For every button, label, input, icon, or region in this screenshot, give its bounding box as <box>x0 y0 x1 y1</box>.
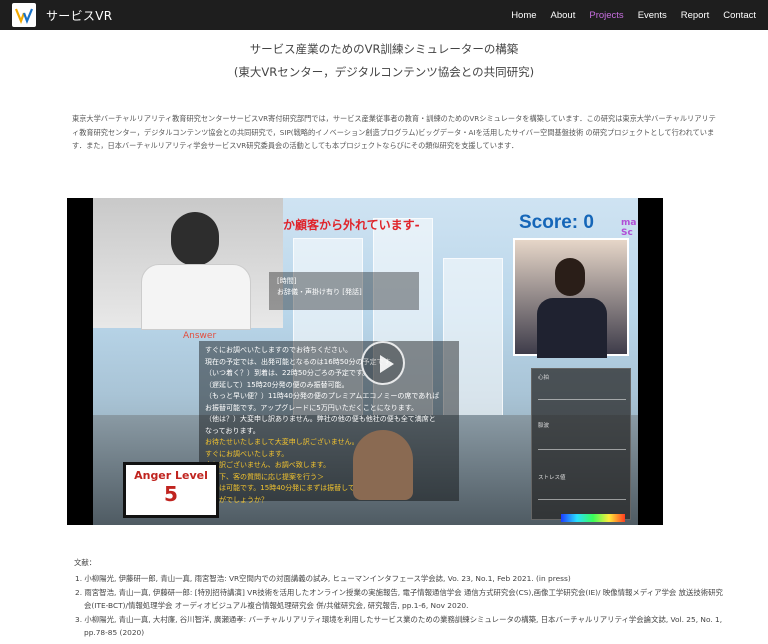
avatar-body <box>537 298 607 358</box>
side-text: ma Sc <box>621 218 636 238</box>
anger-level-label: Anger Level <box>134 469 208 482</box>
references-section: 文献： 1. 小柳陽光, 伊藤研一郎, 青山一真, 雨宮智浩: VR空間内での対… <box>74 557 724 641</box>
answer-line-highlight: すぐにお調べいたします。 <box>205 449 289 458</box>
side-text-line: ma <box>621 218 637 228</box>
side-text-line: Sc <box>621 228 633 238</box>
graph-label: ストレス値 <box>538 475 566 481</box>
nav-contact[interactable]: Contact <box>723 10 756 21</box>
graph-label: 脈波 <box>538 423 550 429</box>
trainee-body <box>141 264 251 330</box>
play-icon <box>380 355 394 373</box>
nav-about[interactable]: About <box>551 10 576 21</box>
answer-line: なっております。 <box>205 426 260 435</box>
anger-level-box: Anger Level 5 <box>123 462 219 518</box>
nav-report[interactable]: Report <box>681 10 710 21</box>
nav-events[interactable]: Events <box>638 10 667 21</box>
answer-line-highlight: お待たせいたしまして大変申し訳ございません。 <box>205 438 359 446</box>
graph-line <box>538 499 626 500</box>
intro-paragraph: 東京大学バーチャルリアリティ教育研究センターサービスVR寄付研究部門では，サービ… <box>72 114 716 150</box>
heatmap-bar <box>561 514 625 522</box>
references-title: 文献： <box>74 558 97 567</box>
reference-item: 1. 小柳陽光, 伊藤研一郎, 青山一真, 雨宮智浩: VR空間内での対面講義の… <box>75 573 571 583</box>
brand-title[interactable]: サービスVR <box>46 7 112 24</box>
anger-level-value: 5 <box>164 482 178 506</box>
demo-video[interactable]: か顧客から外れています- Score: 0 ma Sc [時間] お辞儀・声掛け… <box>67 198 663 525</box>
main-nav: Home About Projects Events Report Contac… <box>511 0 756 30</box>
answer-line: すぐにお調べいたしますのでお待ちください。 <box>205 346 352 354</box>
nav-home[interactable]: Home <box>511 10 536 21</box>
answer-box: すぐにお調べいたしますのでお待ちください。 現在の予定では、出発可能となるのは1… <box>199 341 459 504</box>
answer-line: （いつ着く？）到着は、22時50分ごろの予定です。 <box>205 369 370 377</box>
answer-line: 現在の予定では、出発可能となるのは16時50分の予定です。 <box>205 357 397 366</box>
reference-item: 2. 雨宮智浩, 青山一真, 伊藤研一郎: [特別招待講演] VR技術を活用した… <box>75 588 723 610</box>
brand-logo[interactable] <box>12 3 36 27</box>
graph-label: 心拍 <box>538 375 550 381</box>
play-button[interactable] <box>361 341 405 385</box>
trainee-head <box>171 212 219 266</box>
page-subtitle: (東大VRセンター，デジタルコンテンツ協会との共同研究) <box>233 65 535 79</box>
answer-line: （もっと早い便？）11時40分発の便のプレミアムエコノミーの席であれば <box>205 392 440 400</box>
answer-line: （遅延して）15時20分発の便のみ振替可能。 <box>205 380 349 389</box>
top-navbar: サービスVR Home About Projects Events Report… <box>0 0 768 30</box>
references-list: 1. 小柳陽光, 伊藤研一郎, 青山一真, 雨宮智浩: VR空間内での対面講義の… <box>74 573 724 640</box>
customer-avatar <box>513 238 629 358</box>
warning-banner: か顧客から外れています- <box>283 218 420 232</box>
answer-label: Answer <box>183 331 217 341</box>
answer-line-highlight: いかがでしょうか？ <box>205 495 268 504</box>
answer-line-highlight: 振替は可能です。15時40分発にまずは振替しては <box>205 484 362 492</box>
page-title: サービス産業のためのVR訓練シミュレーターの構築 <box>249 42 519 56</box>
answer-line-highlight: 申し訳ございません、お調べ致します。 <box>205 461 331 469</box>
prompt-line: [時間] <box>277 277 297 285</box>
answer-line: お振替可能です。アップグレードに5万円いただくことになります。 <box>205 403 419 412</box>
vr-scene: か顧客から外れています- Score: 0 ma Sc [時間] お辞儀・声掛け… <box>93 198 638 525</box>
prompt-line: お辞儀・声掛け有り [発話] <box>277 288 362 296</box>
graph-line <box>538 449 626 450</box>
webcam-inset <box>93 198 283 330</box>
trainee-face-overlay <box>353 430 413 500</box>
reference-item: 3. 小柳陽光, 青山一真, 大村廉, 谷川智洋, 廣瀬通孝: バーチャルリアリ… <box>75 615 723 637</box>
answer-line: （他は？）大変申し訳ありません。弊社の他の便も他社の便も全て満席と <box>205 415 436 423</box>
biometric-graph-panel: 心拍 脈波 ストレス値 <box>531 368 631 520</box>
nav-projects[interactable]: Projects <box>589 10 623 21</box>
graph-line <box>538 399 626 400</box>
score-label: Score: 0 <box>519 212 594 233</box>
prompt-box: [時間] お辞儀・声掛け有り [発話] <box>269 272 419 310</box>
answer-line-highlight: ＜以下、客の質問に応じ提案を行う＞ <box>205 472 324 481</box>
avatar-head <box>555 258 585 296</box>
